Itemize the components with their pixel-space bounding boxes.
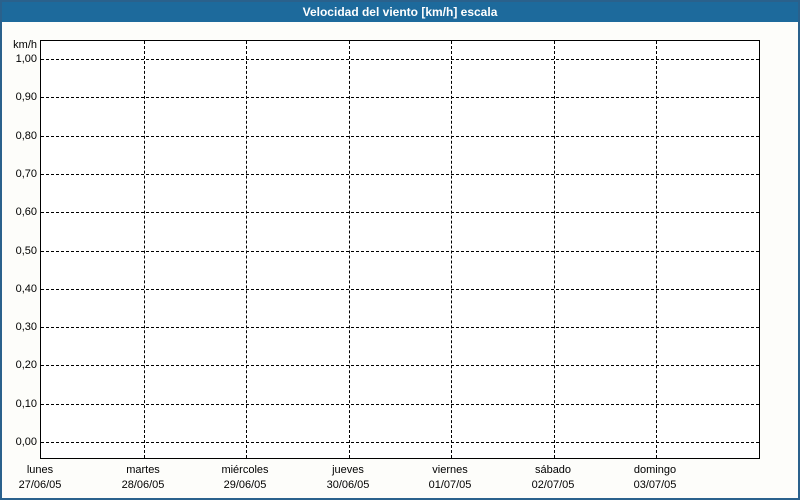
x-category-label: martes 28/06/05 xyxy=(88,463,198,493)
x-day-name: miércoles xyxy=(221,464,269,476)
y-tick-label: 0,70 xyxy=(15,168,37,180)
y-tick-label: 0,50 xyxy=(15,245,37,257)
grid-h-line xyxy=(41,327,759,328)
y-tick-label: 0,10 xyxy=(15,398,37,410)
x-category-label: lunes 27/06/05 xyxy=(0,463,95,493)
x-date: 01/07/05 xyxy=(428,479,472,491)
grid-h-line xyxy=(41,97,759,98)
x-date: 02/07/05 xyxy=(531,479,575,491)
plot-area xyxy=(40,40,760,459)
y-axis-unit-label: km/h xyxy=(13,39,37,51)
grid-h-line xyxy=(41,404,759,405)
x-category-label: viernes 01/07/05 xyxy=(395,463,505,493)
grid-h-line xyxy=(41,59,759,60)
x-category-label: miércoles 29/06/05 xyxy=(190,463,300,493)
grid-v-line xyxy=(246,41,247,458)
grid-h-line xyxy=(41,442,759,443)
grid-v-line xyxy=(554,41,555,458)
x-category-label: domingo 03/07/05 xyxy=(600,463,710,493)
x-day-name: lunes xyxy=(26,464,54,476)
y-tick-label: 0,40 xyxy=(15,283,37,295)
grid-h-line xyxy=(41,365,759,366)
grid-h-line xyxy=(41,212,759,213)
y-tick-label: 0,30 xyxy=(15,321,37,333)
x-day-name: viernes xyxy=(432,464,468,476)
chart-title: Velocidad del viento [km/h] escala xyxy=(302,5,498,19)
x-day-name: jueves xyxy=(332,464,364,476)
grid-v-line xyxy=(451,41,452,458)
y-tick-label: 0,80 xyxy=(15,130,37,142)
titlebar: Velocidad del viento [km/h] escala xyxy=(2,2,798,22)
y-tick-label: 0,60 xyxy=(15,206,37,218)
x-date: 03/07/05 xyxy=(633,479,677,491)
y-tick-label: 0,20 xyxy=(15,359,37,371)
grid-h-line xyxy=(41,251,759,252)
grid-v-line xyxy=(349,41,350,458)
x-category-label: jueves 30/06/05 xyxy=(293,463,403,493)
x-day-name: domingo xyxy=(633,464,677,476)
x-category-label: sábado 02/07/05 xyxy=(498,463,608,493)
x-axis-labels: lunes 27/06/05 martes 28/06/05 miércoles 29/0… xyxy=(2,463,798,495)
y-tick-label: 1,00 xyxy=(15,53,37,65)
x-day-name: sábado xyxy=(534,464,572,476)
y-axis-labels: km/h 1,00 0,90 0,80 0,70 0,60 0,50 0,40 0,30 0,2… xyxy=(2,2,37,498)
grid-h-line xyxy=(41,289,759,290)
chart-window: Velocidad del viento [km/h] escala km/h … xyxy=(0,0,800,500)
x-date: 27/06/05 xyxy=(18,479,62,491)
y-tick-label: 0,00 xyxy=(15,436,37,448)
y-tick-label: 0,90 xyxy=(15,91,37,103)
x-day-name: martes xyxy=(126,464,160,476)
grid-h-line xyxy=(41,174,759,175)
grid-h-line xyxy=(41,136,759,137)
grid-v-line xyxy=(144,41,145,458)
x-date: 28/06/05 xyxy=(121,479,165,491)
grid-v-line xyxy=(656,41,657,458)
x-date: 30/06/05 xyxy=(326,479,370,491)
x-date: 29/06/05 xyxy=(223,479,267,491)
